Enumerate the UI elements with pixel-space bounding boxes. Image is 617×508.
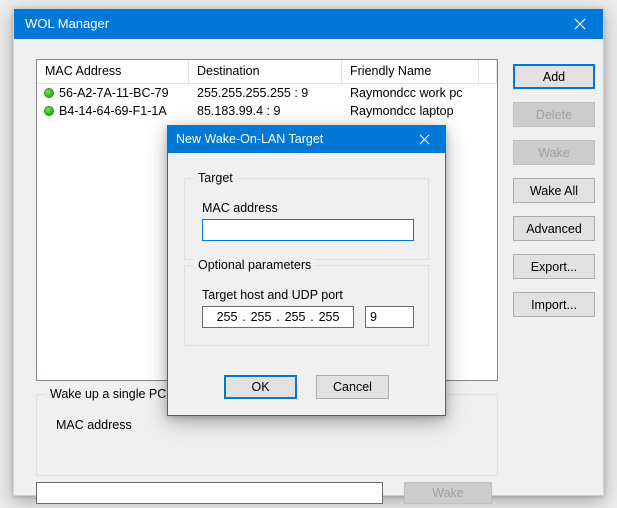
column-header-extra[interactable] <box>479 60 497 83</box>
column-header-friendly-name[interactable]: Friendly Name <box>342 60 479 83</box>
cell-friendly-name: Raymondcc work pc <box>350 86 463 100</box>
window-title: WOL Manager <box>25 16 110 31</box>
cancel-button[interactable]: Cancel <box>316 375 389 399</box>
listview-header: MAC Address Destination Friendly Name <box>37 60 497 84</box>
table-row[interactable]: B4-14-64-69-F1-1A 85.183.99.4 : 9 Raymon… <box>37 102 497 120</box>
ip-octet-4[interactable]: 255 <box>316 310 342 324</box>
ip-address-input[interactable]: 255 . 255 . 255 . 255 <box>202 306 354 328</box>
column-header-destination[interactable]: Destination <box>189 60 342 83</box>
cell-mac-address: B4-14-64-69-F1-1A <box>37 102 189 120</box>
ip-octet-3[interactable]: 255 <box>282 310 308 324</box>
ip-separator-3: . <box>310 310 314 324</box>
target-group-title: Target <box>194 171 237 185</box>
ip-octet-1[interactable]: 255 <box>214 310 240 324</box>
dialog-mac-address-label: MAC address <box>202 201 278 215</box>
target-host-udp-port-label: Target host and UDP port <box>202 288 343 302</box>
udp-port-input[interactable] <box>365 306 414 328</box>
wake-all-button[interactable]: Wake All <box>513 178 595 203</box>
ip-octet-2[interactable]: 255 <box>248 310 274 324</box>
delete-button[interactable]: Delete <box>513 102 595 127</box>
add-button[interactable]: Add <box>513 64 595 89</box>
cell-friendly-name: Raymondcc laptop <box>350 104 454 118</box>
table-row[interactable]: 56-A2-7A-11-BC-79 255.255.255.255 : 9 Ra… <box>37 84 497 102</box>
advanced-button[interactable]: Advanced <box>513 216 595 241</box>
dialog-mac-address-input[interactable] <box>202 219 414 241</box>
dialog-titlebar: New Wake-On-LAN Target <box>168 126 445 153</box>
status-online-icon <box>44 106 54 116</box>
dialog-title: New Wake-On-LAN Target <box>176 132 324 146</box>
optional-parameters-group-title: Optional parameters <box>194 258 316 272</box>
close-icon[interactable] <box>557 9 603 39</box>
new-target-dialog: New Wake-On-LAN Target Target MAC addres… <box>167 125 446 416</box>
column-header-mac-address[interactable]: MAC Address <box>37 60 189 83</box>
cell-destination: 255.255.255.255 : 9 <box>197 86 309 100</box>
wake-button[interactable]: Wake <box>513 140 595 165</box>
dialog-client-area: Target MAC address Optional parameters T… <box>168 153 445 415</box>
bottom-mac-address-label: MAC address <box>56 418 132 432</box>
bottom-wake-button[interactable]: Wake <box>404 482 492 504</box>
export-button[interactable]: Export... <box>513 254 595 279</box>
import-button[interactable]: Import... <box>513 292 595 317</box>
cell-mac-address: 56-A2-7A-11-BC-79 <box>37 84 189 102</box>
ip-separator-1: . <box>242 310 246 324</box>
cell-destination: 85.183.99.4 : 9 <box>197 104 281 118</box>
ok-button[interactable]: OK <box>224 375 297 399</box>
bottom-mac-address-input[interactable] <box>36 482 383 504</box>
dialog-close-icon[interactable] <box>403 126 445 153</box>
main-titlebar: WOL Manager <box>14 9 603 39</box>
listview-body: 56-A2-7A-11-BC-79 255.255.255.255 : 9 Ra… <box>37 84 497 120</box>
wake-single-pc-group-title: Wake up a single PC <box>46 387 171 401</box>
status-online-icon <box>44 88 54 98</box>
cell-mac-address-text: B4-14-64-69-F1-1A <box>59 104 167 118</box>
cell-mac-address-text: 56-A2-7A-11-BC-79 <box>59 86 169 100</box>
desktop-background: WOL Manager MAC Address Destination Frie… <box>0 0 617 508</box>
ip-separator-2: . <box>276 310 280 324</box>
